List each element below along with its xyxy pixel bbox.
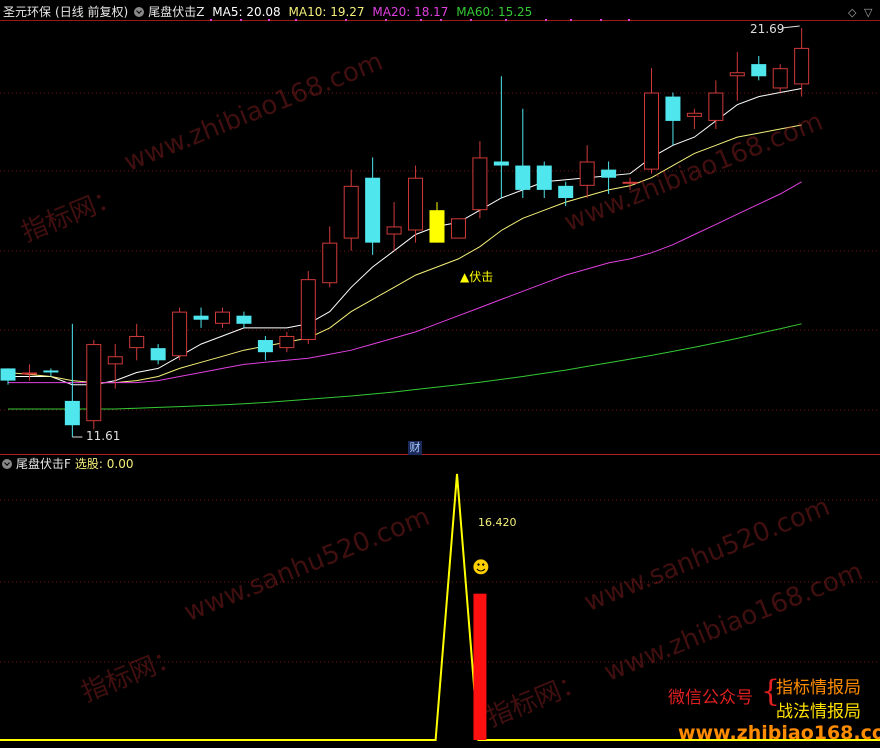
stock-chart[interactable] [0, 0, 880, 748]
candle-body-25 [536, 165, 552, 190]
candle-body-8 [172, 311, 188, 357]
candle-body-18 [386, 226, 402, 235]
candle-body-30 [644, 92, 659, 170]
candle-body-22 [472, 157, 488, 211]
candle-body-33 [708, 92, 724, 121]
candle-body-13 [279, 335, 295, 349]
top-tick-13 [628, 19, 630, 21]
candle-body-11 [236, 315, 252, 324]
candle-body-28 [601, 169, 617, 178]
candle-body-9 [193, 315, 209, 320]
candle-body-17 [365, 177, 381, 243]
candle-body-7 [150, 348, 166, 361]
candle-body-16 [343, 185, 359, 239]
dropdown-arrow-icon[interactable]: ▽ [864, 6, 872, 19]
candle-body-5 [107, 356, 123, 365]
candle-body-34 [729, 72, 745, 77]
ma10-label: MA10: 19.27 [288, 5, 365, 19]
signal-bar [473, 593, 487, 740]
top-tick-10 [545, 19, 547, 21]
promo-line-1: 指标情报局 [776, 678, 861, 698]
stock-name[interactable]: 圣元环保 [3, 5, 51, 19]
promo-website[interactable]: www.zhibiao168.com [678, 722, 880, 744]
candle-body-24 [515, 165, 531, 190]
candle-body-23 [493, 161, 509, 166]
indicator-dropdown-icon[interactable] [134, 7, 145, 17]
candle-body-21 [450, 218, 466, 239]
ma5-label: MA5: 20.08 [212, 5, 281, 19]
peak-value-label: 16.420 [478, 516, 517, 529]
ma-line-ma20 [8, 181, 802, 384]
candle-body-15 [322, 242, 338, 284]
signal-label: ▲伏击 [460, 270, 494, 284]
finance-marker[interactable]: 财 [408, 441, 422, 455]
diamond-icon[interactable]: ◇ [848, 6, 856, 19]
candle-body-6 [129, 335, 145, 349]
main-panel-header: 圣元环保 (日线 前复权) 尾盘伏击Z MA5: 20.08 MA10: 19.27… [0, 4, 536, 20]
candle-body-0 [0, 368, 16, 381]
ma20-label: MA20: 18.17 [372, 5, 449, 19]
ma-line-ma5 [8, 88, 802, 386]
select-label: 选股: 0.00 [74, 457, 134, 471]
sub-indicator-dropdown-icon[interactable] [2, 459, 12, 469]
period-label[interactable]: (日线 前复权) [55, 5, 128, 19]
candle-body-35 [751, 64, 767, 77]
low-price-label: 11.61 [86, 429, 121, 443]
sub-panel-header: 尾盘伏击F 选股: 0.00 [0, 456, 137, 472]
smiley-icon: ☻ [472, 558, 490, 578]
ma60-label: MA60: 15.25 [456, 5, 533, 19]
candle-body-10 [215, 311, 230, 324]
candle-body-3 [64, 400, 80, 426]
candle-body-27 [579, 161, 595, 186]
high-price-label: 21.69 [750, 22, 785, 36]
candle-body-26 [558, 185, 574, 199]
top-tick-11 [570, 19, 572, 21]
ma-line-ma60 [8, 323, 802, 410]
sub-indicator-name[interactable]: 尾盘伏击F [16, 457, 71, 471]
top-tick-12 [600, 19, 602, 21]
candle-body-4 [86, 344, 102, 422]
candle-body-37 [794, 47, 810, 85]
candle-body-36 [772, 68, 788, 89]
candle-body-32 [686, 112, 702, 117]
candle-body-31 [665, 96, 681, 121]
candle-body-20 [429, 210, 445, 243]
promo-line-2: 战法情报局 [776, 702, 861, 722]
candle-body-19 [408, 177, 424, 231]
candle-body-14 [300, 279, 316, 341]
candle-body-1 [21, 372, 37, 375]
indicator-name[interactable]: 尾盘伏击Z [148, 5, 204, 19]
candle-body-12 [257, 340, 273, 353]
wechat-label: 微信公众号 [668, 688, 753, 708]
candle-body-2 [43, 370, 59, 373]
